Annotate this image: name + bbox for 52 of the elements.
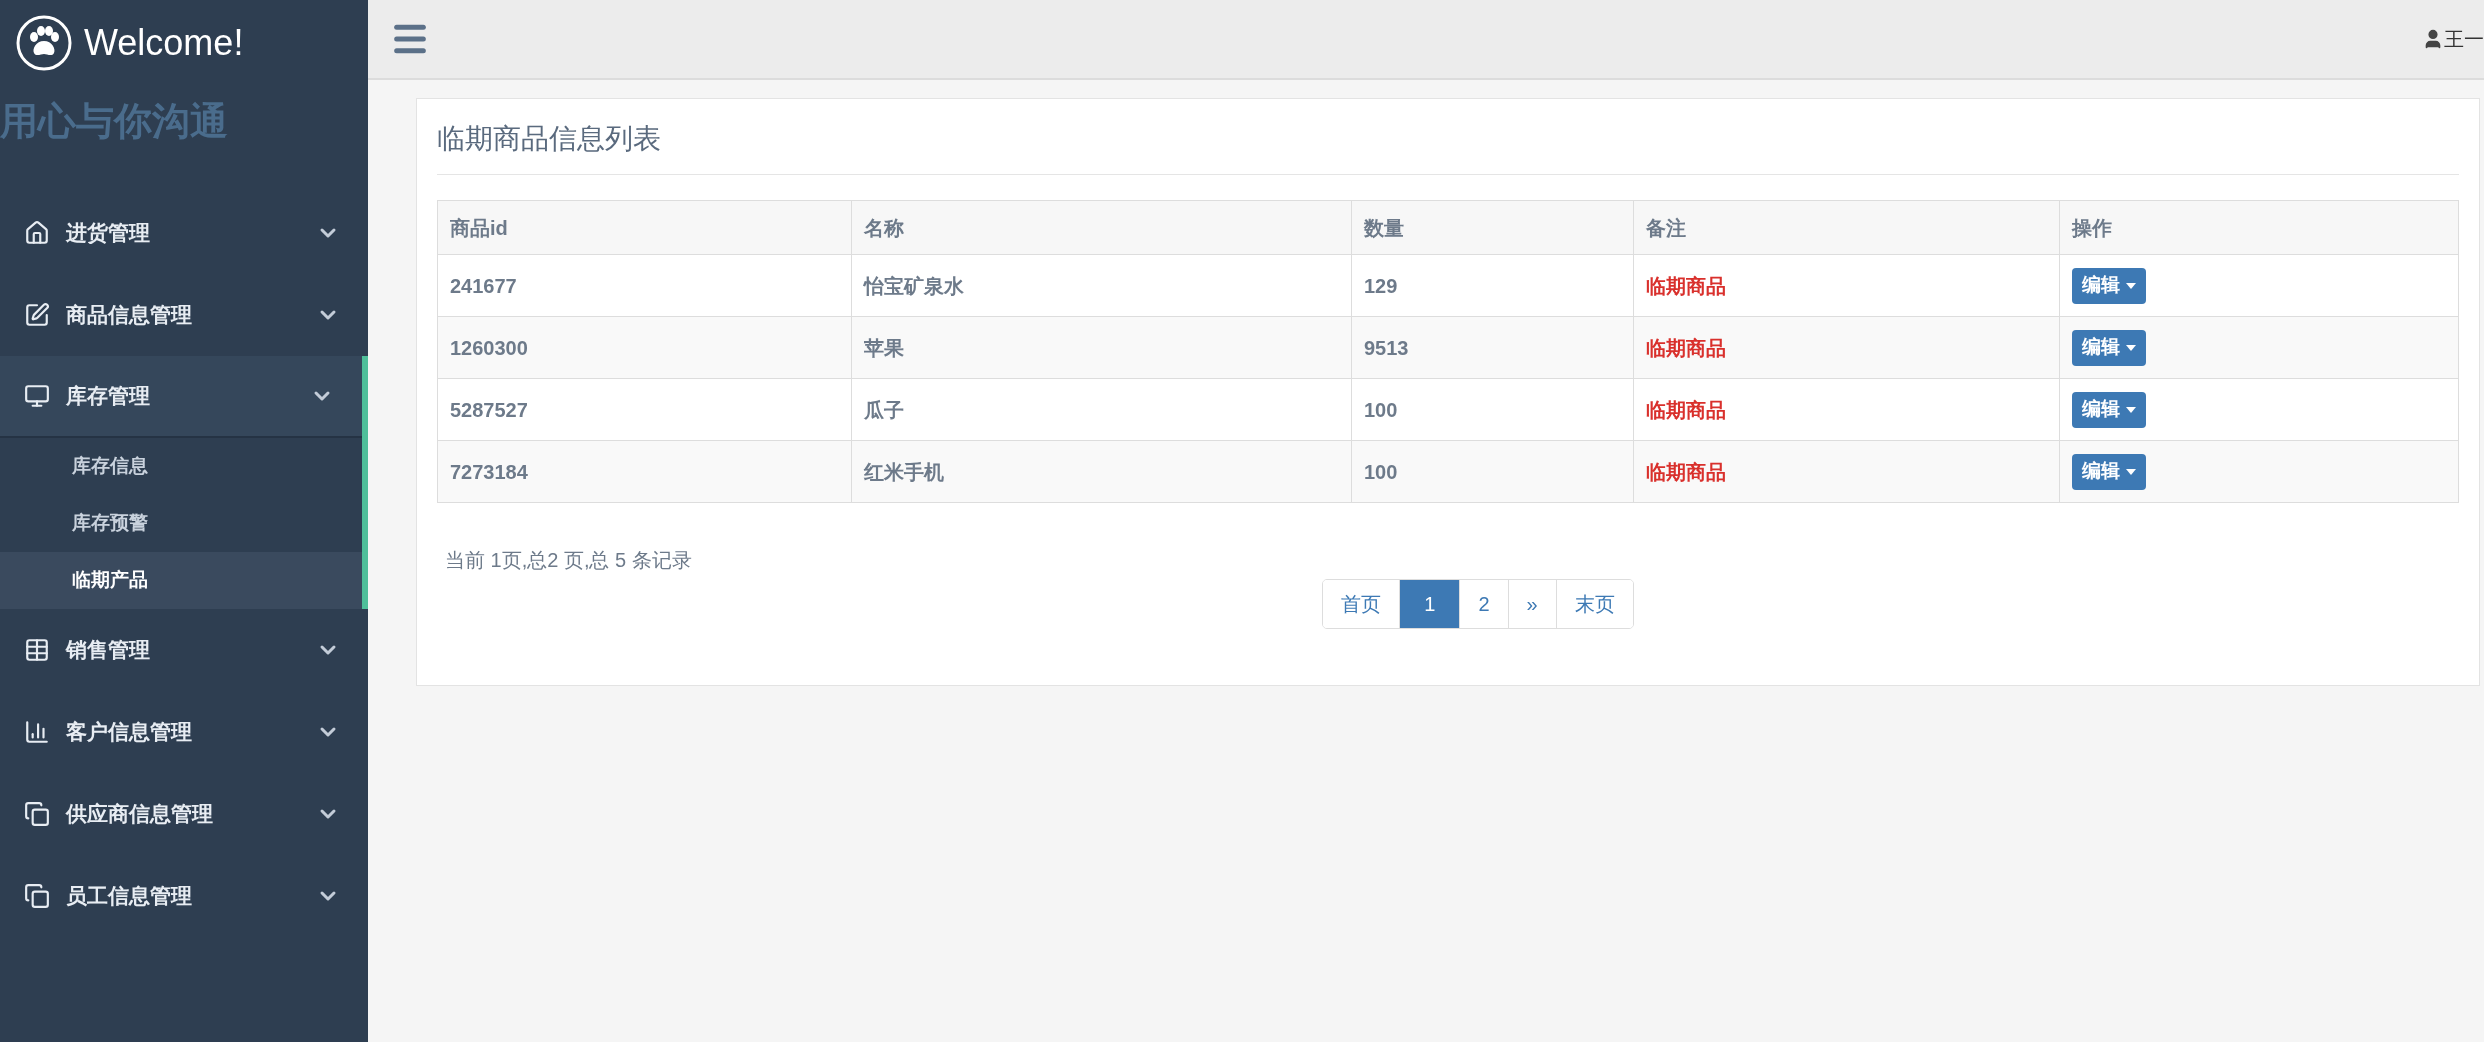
table-cell: 100	[1351, 378, 1634, 441]
sidebar-item[interactable]: 员工信息管理	[0, 855, 368, 937]
sidebar-item[interactable]: 销售管理	[0, 609, 368, 691]
table-cell: 5287527	[437, 378, 852, 441]
brand-title: Welcome!	[84, 21, 244, 65]
monitor-icon	[24, 383, 50, 409]
bar-chart-icon	[24, 719, 50, 745]
table-cell: 临期商品	[1633, 316, 2060, 379]
edit-dropdown-button[interactable]: 编辑	[2072, 453, 2146, 490]
table-icon	[24, 637, 50, 663]
edit-dropdown-button[interactable]: 编辑	[2072, 267, 2146, 304]
copy-icon	[24, 801, 50, 827]
column-header: 商品id	[437, 200, 852, 255]
panel-title: 临期商品信息列表	[437, 99, 2459, 175]
edit-icon	[24, 302, 50, 328]
table-cell: 瓜子	[851, 378, 1352, 441]
column-header: 操作	[2059, 200, 2459, 255]
table-cell: 红米手机	[851, 440, 1352, 503]
sidebar-item[interactable]: 供应商信息管理	[0, 773, 368, 855]
sidebar-item[interactable]: 库存管理	[0, 356, 362, 438]
table-cell: 怡宝矿泉水	[851, 254, 1352, 317]
table-cell: 1260300	[437, 316, 852, 379]
caret-icon	[2126, 344, 2136, 351]
caret-icon	[2126, 468, 2136, 475]
table-cell: 241677	[437, 254, 852, 317]
user-name[interactable]: 王一	[2444, 24, 2484, 54]
table-cell: 临期商品	[1633, 378, 2060, 441]
column-header: 备注	[1633, 200, 2060, 255]
caret-icon	[2126, 406, 2136, 413]
column-header: 数量	[1351, 200, 1634, 255]
column-header: 名称	[851, 200, 1352, 255]
table-cell: 临期商品	[1633, 440, 2060, 503]
sidebar-item[interactable]: 进货管理	[0, 192, 368, 274]
paw-logo-icon	[16, 15, 72, 71]
pagination-link[interactable]: 末页	[1555, 580, 1633, 628]
copy-icon	[24, 883, 50, 909]
table-cell: 100	[1351, 440, 1634, 503]
caret-icon	[2126, 282, 2136, 289]
pagination-link[interactable]: 1	[1399, 580, 1460, 628]
edit-dropdown-button[interactable]: 编辑	[2072, 329, 2146, 366]
table-cell: 苹果	[851, 316, 1352, 379]
brand-slogan: 用心与你沟通	[0, 98, 228, 144]
page-summary: 当前 1页,总2 页,总 5 条记录	[445, 549, 692, 571]
sidebar-item[interactable]: 客户信息管理	[0, 691, 368, 773]
sidebar-item[interactable]: 商品信息管理	[0, 274, 368, 356]
submenu-item[interactable]: 临期产品	[0, 552, 362, 609]
table-cell: 临期商品	[1633, 254, 2060, 317]
table-cell: 9513	[1351, 316, 1634, 379]
table-cell: 129	[1351, 254, 1634, 317]
house-icon	[24, 220, 50, 246]
table-cell: 7273184	[437, 440, 852, 503]
edit-dropdown-button[interactable]: 编辑	[2072, 391, 2146, 428]
